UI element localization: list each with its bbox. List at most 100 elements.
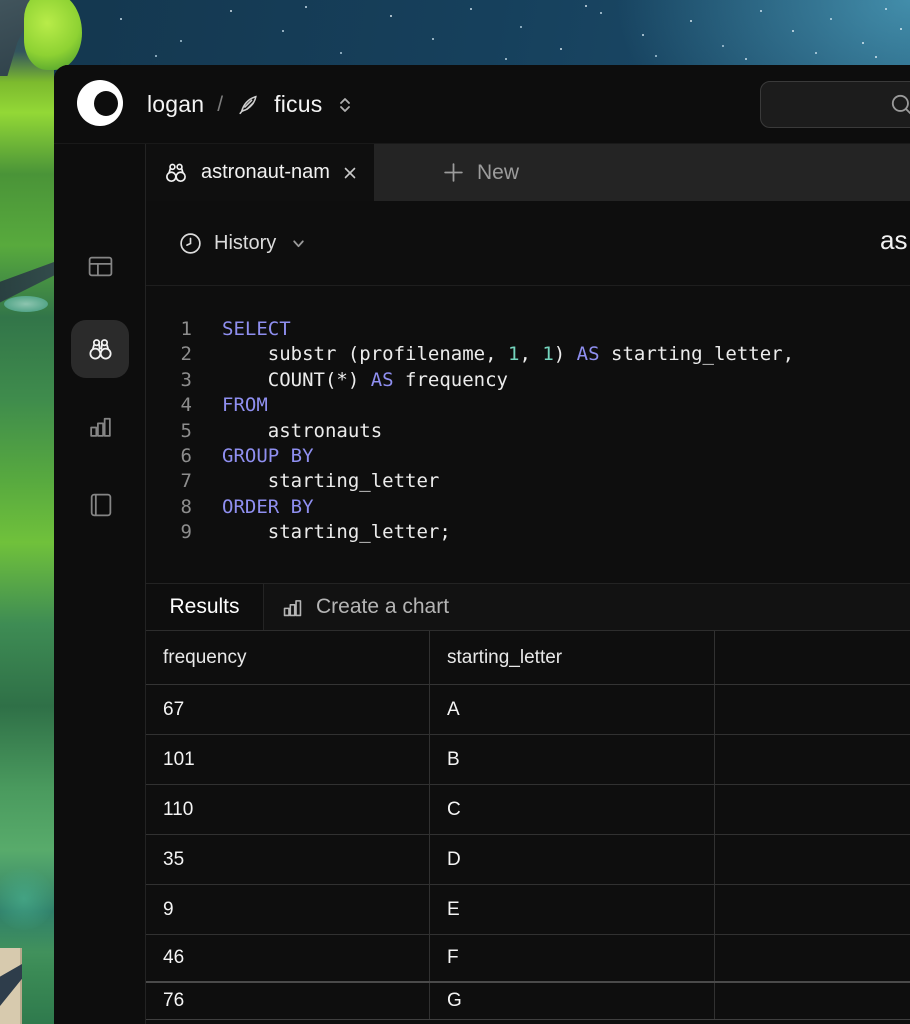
quill-icon: [236, 92, 261, 117]
sidebar-item-charts[interactable]: [71, 397, 129, 455]
table-cell[interactable]: [715, 685, 910, 734]
table-row: 76G: [146, 983, 910, 1020]
tab-astronaut-naming[interactable]: astronaut-namin: [146, 144, 374, 201]
line-number: 5: [146, 419, 192, 444]
column-header-frequency[interactable]: frequency: [146, 631, 430, 684]
table-cell[interactable]: E: [430, 885, 715, 934]
code-lines: 1SELECT2 substr (profilename, 1, 1) AS s…: [146, 317, 910, 546]
table-cell[interactable]: C: [430, 785, 715, 834]
chart-icon: [281, 596, 304, 619]
line-number: 6: [146, 444, 192, 469]
results-label: Results: [169, 595, 239, 619]
column-header-starting-letter[interactable]: starting_letter: [430, 631, 715, 684]
table-cell[interactable]: [715, 785, 910, 834]
code-line[interactable]: 9 starting_letter;: [146, 520, 910, 545]
code-text: astronauts: [192, 419, 382, 444]
new-tab-button[interactable]: New: [428, 144, 519, 201]
table-row: 67A: [146, 685, 910, 735]
table-cell[interactable]: 67: [146, 685, 430, 734]
code-line[interactable]: 1SELECT: [146, 317, 910, 342]
bar-chart-icon: [87, 413, 114, 440]
line-number: 2: [146, 342, 192, 367]
table-body: 67A101B110C35D9E46F76G: [146, 685, 910, 1020]
binoculars-icon: [163, 160, 189, 186]
leaves-cluster: [24, 0, 82, 70]
workspace-name[interactable]: logan: [147, 91, 204, 118]
table-row: 35D: [146, 835, 910, 885]
table-cell[interactable]: [715, 983, 910, 1019]
table-cell[interactable]: A: [430, 685, 715, 734]
book-icon: [87, 491, 114, 518]
code-line[interactable]: 2 substr (profilename, 1, 1) AS starting…: [146, 342, 910, 367]
table-row: 46F: [146, 935, 910, 983]
table-cell[interactable]: 35: [146, 835, 430, 884]
table-cell[interactable]: [715, 935, 910, 981]
code-line[interactable]: 7 starting_letter: [146, 469, 910, 494]
code-line[interactable]: 4FROM: [146, 393, 910, 418]
selector-chevrons-icon[interactable]: [337, 96, 353, 114]
table-cell[interactable]: F: [430, 935, 715, 981]
line-number: 8: [146, 495, 192, 520]
database-name[interactable]: ficus: [274, 91, 322, 118]
top-bar: logan / ficus: [54, 65, 910, 144]
query-title-truncated: as: [880, 225, 907, 256]
new-tab-label: New: [477, 161, 519, 185]
table-cell[interactable]: 110: [146, 785, 430, 834]
chevron-down-icon: [291, 236, 306, 251]
code-line[interactable]: 3 COUNT(*) AS frequency: [146, 368, 910, 393]
app-window: logan / ficus: [54, 65, 910, 1024]
search-input[interactable]: [760, 81, 910, 128]
history-label: History: [214, 232, 276, 255]
breadcrumb-separator: /: [217, 93, 223, 117]
line-number: 3: [146, 368, 192, 393]
results-bar: Results Create a chart: [146, 583, 910, 631]
table-icon: [87, 253, 114, 280]
results-table: frequency starting_letter 67A101B110C35D…: [146, 631, 910, 1024]
history-dropdown[interactable]: History: [178, 201, 306, 285]
query-toolbar: History as: [146, 201, 910, 285]
create-chart-button[interactable]: Create a chart: [263, 584, 910, 630]
sidebar-item-queries[interactable]: [71, 320, 129, 378]
results-tab[interactable]: Results: [146, 584, 263, 630]
sidebar-item-tables[interactable]: [71, 237, 129, 295]
table-cell[interactable]: D: [430, 835, 715, 884]
code-text: starting_letter;: [192, 520, 451, 545]
outerbase-logo[interactable]: [77, 80, 123, 126]
close-tab-icon[interactable]: [341, 164, 359, 182]
table-cell[interactable]: B: [430, 735, 715, 784]
code-text: COUNT(*) AS frequency: [192, 368, 508, 393]
sidebar: [54, 144, 146, 1024]
clock-icon: [178, 231, 203, 256]
table-cell[interactable]: [715, 885, 910, 934]
search-icon: [889, 92, 910, 118]
leaf-highlight: [4, 296, 48, 312]
line-number: 1: [146, 317, 192, 342]
table-cell[interactable]: 9: [146, 885, 430, 934]
code-line[interactable]: 6GROUP BY: [146, 444, 910, 469]
tab-bar: astronaut-namin New: [146, 144, 910, 201]
table-cell[interactable]: G: [430, 983, 715, 1019]
code-text: SELECT: [192, 317, 291, 342]
table-cell[interactable]: 46: [146, 935, 430, 981]
binoculars-icon: [86, 335, 115, 364]
sidebar-item-docs[interactable]: [71, 475, 129, 533]
code-text: ORDER BY: [192, 495, 314, 520]
table-cell[interactable]: 76: [146, 983, 430, 1019]
code-line[interactable]: 5 astronauts: [146, 419, 910, 444]
table-cell[interactable]: 101: [146, 735, 430, 784]
table-row: 9E: [146, 885, 910, 935]
sidebar-item-database[interactable]: [71, 1013, 129, 1024]
line-number: 9: [146, 520, 192, 545]
sql-editor[interactable]: 1SELECT2 substr (profilename, 1, 1) AS s…: [146, 285, 910, 583]
code-text: FROM: [192, 393, 268, 418]
tab-label: astronaut-namin: [201, 161, 329, 184]
code-text: starting_letter: [192, 469, 439, 494]
table-header-row: frequency starting_letter: [146, 631, 910, 685]
line-number: 7: [146, 469, 192, 494]
line-number: 4: [146, 393, 192, 418]
breadcrumb: logan / ficus: [147, 65, 353, 144]
table-cell[interactable]: [715, 835, 910, 884]
code-line[interactable]: 8ORDER BY: [146, 495, 910, 520]
table-cell[interactable]: [715, 735, 910, 784]
code-text: substr (profilename, 1, 1) AS starting_l…: [192, 342, 794, 367]
